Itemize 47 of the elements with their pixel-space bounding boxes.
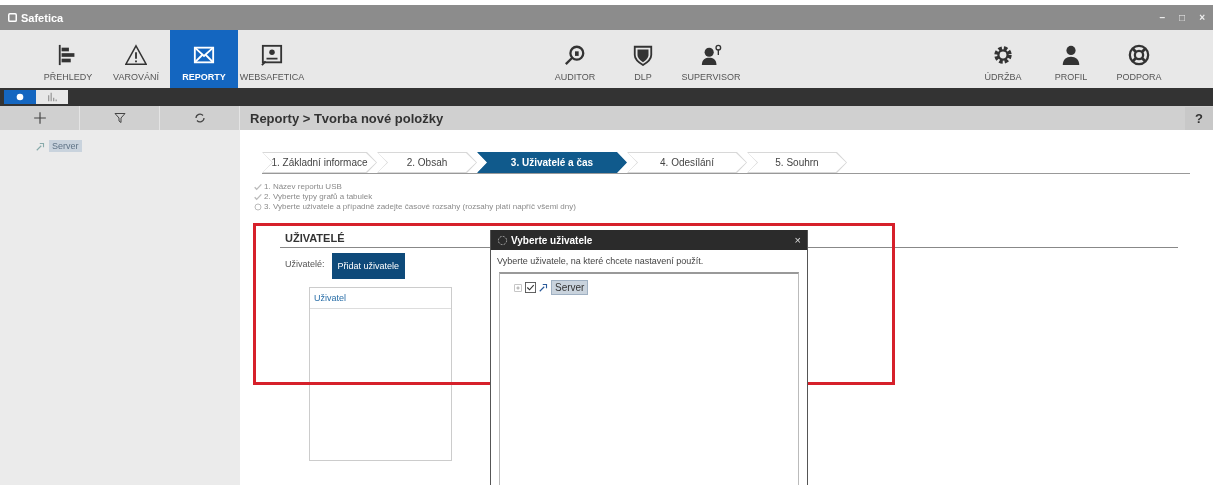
module-tab[interactable]: REPORTY [170, 30, 238, 88]
wizard-step[interactable]: 2. Obsah [377, 152, 477, 173]
checkbox[interactable] [525, 282, 536, 293]
envelope-icon [193, 44, 215, 66]
add-user-button[interactable]: Přidat uživatele [331, 253, 406, 279]
breadcrumb: Reporty > Tvorba nové položky [250, 110, 444, 126]
web-report-icon [261, 44, 283, 66]
wizard-step[interactable]: 4. Odesílání [627, 152, 747, 173]
filter-icon [113, 112, 126, 124]
user-key-icon [700, 44, 722, 66]
settings-icon [992, 44, 1014, 66]
module-tab[interactable]: ÚDRŽBA [969, 30, 1037, 88]
app-logo-icon [8, 13, 17, 22]
wizard-step[interactable]: 1. Základní informace [262, 152, 377, 173]
checklist-item: 3. Vyberte uživatele a případně zadejte časové rozsahy (rozsahy platí napříč všemi dny) [264, 202, 576, 212]
module-tab[interactable]: VAROVÁNÍ [102, 30, 170, 88]
column-header: Uživatel [310, 288, 451, 309]
module-tab[interactable]: PŘEHLEDY [34, 30, 102, 88]
warning-icon [125, 44, 147, 66]
module-tab[interactable]: AUDITOR [541, 30, 609, 88]
mode-tab[interactable] [4, 90, 36, 104]
close-button[interactable]: × [794, 234, 801, 246]
module-tab[interactable]: PODPORA [1105, 30, 1173, 88]
wizard-step[interactable]: 3. Uživatelé a čas [477, 152, 627, 173]
magnifier-icon [564, 44, 586, 66]
help-button[interactable]: ? [1185, 106, 1213, 130]
tree-item[interactable]: Server [49, 140, 82, 152]
users-label: Uživatelé: [285, 259, 325, 269]
plus-icon [32, 111, 47, 125]
user-icon [1060, 44, 1082, 66]
refresh-icon [193, 112, 206, 124]
expand-icon [514, 283, 522, 292]
dialog-title: Vyberte uživatele [511, 234, 593, 246]
wizard-step[interactable]: 5. Souhrn [747, 152, 847, 173]
module-tab[interactable]: WEBSAFETICA [238, 30, 306, 88]
checklist-item: 2. Vyberte typy grafů a tabulek [264, 192, 373, 202]
lifebuoy-icon [1128, 44, 1150, 66]
checklist-item: 1. Název reportu USB [264, 182, 342, 192]
module-tab[interactable]: PROFIL [1037, 30, 1105, 88]
module-tab[interactable]: SUPERVISOR [677, 30, 745, 88]
bar-chart-icon [47, 92, 57, 102]
circle-icon [254, 203, 262, 211]
module-tab[interactable]: DLP [609, 30, 677, 88]
window-title: Safetica [21, 11, 64, 24]
dialog-prompt: Vyberte uživatele, na které chcete nastavení použít. [496, 255, 705, 268]
tree-item[interactable]: Server [551, 280, 589, 295]
shield-icon [632, 44, 654, 66]
